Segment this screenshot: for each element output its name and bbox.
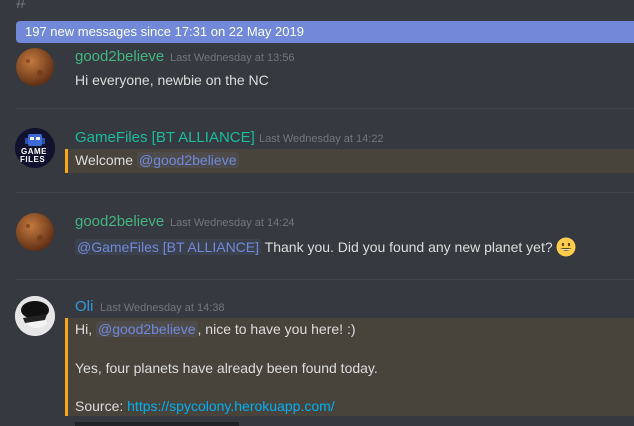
message-text: Source: xyxy=(75,398,128,414)
user-mention[interactable]: @GameFiles [BT ALLIANCE] xyxy=(75,239,262,255)
message-timestamp: Last Wednesday at 14:38 xyxy=(100,302,225,314)
message-text: , nice to have you here! :) xyxy=(197,321,356,337)
message-content: Hi everyone, newbie on the NC xyxy=(75,72,269,88)
planet-avatar-icon xyxy=(15,47,55,87)
message-content: Source: https://spycolony.herokuapp.com/ xyxy=(75,398,335,414)
planet-avatar-icon xyxy=(15,212,55,252)
message-text: Welcome xyxy=(75,152,137,168)
hash-icon: # xyxy=(16,0,27,12)
message-divider xyxy=(16,108,634,109)
user-mention[interactable]: @good2believe xyxy=(136,152,239,168)
message-text: Thank you. Did you found any new planet … xyxy=(261,239,553,255)
message-timestamp: Last Wednesday at 13:56 xyxy=(170,52,295,64)
source-link[interactable]: https://spycolony.herokuapp.com/ xyxy=(127,398,335,414)
message-username[interactable]: GameFiles [BT ALLIANCE] xyxy=(75,129,255,146)
embed-preview-edge xyxy=(75,422,239,426)
message-content: @GameFiles [BT ALLIANCE] Thank you. Did … xyxy=(75,237,576,257)
avatar-oli[interactable] xyxy=(15,296,55,336)
avatar-good2believe[interactable] xyxy=(15,47,55,87)
oli-avatar-icon xyxy=(15,296,55,336)
avatar-gamefiles[interactable]: GAME FILES xyxy=(15,128,55,168)
message-content: Hi, @good2believe, nice to have you here… xyxy=(75,321,356,337)
grinning-face-emoji-icon xyxy=(556,237,576,257)
message-timestamp: Last Wednesday at 14:22 xyxy=(259,133,384,145)
user-mention[interactable]: @good2believe xyxy=(96,321,198,337)
channel-header: # xyxy=(0,0,634,16)
message-content: Welcome @good2believe xyxy=(75,152,239,168)
message-divider xyxy=(16,279,634,280)
new-messages-banner[interactable]: 197 new messages since 17:31 on 22 May 2… xyxy=(16,21,634,43)
message-timestamp: Last Wednesday at 14:24 xyxy=(170,217,295,229)
message-username[interactable]: good2believe xyxy=(75,48,164,65)
message-username[interactable]: good2believe xyxy=(75,213,164,230)
message-content: Yes, four planets have already been foun… xyxy=(75,360,378,376)
gamefiles-logo-text: FILES xyxy=(20,155,46,164)
message-text: Hi, xyxy=(75,321,96,337)
message-username[interactable]: Oli xyxy=(75,298,93,315)
avatar-good2believe[interactable] xyxy=(15,212,55,252)
message-divider xyxy=(16,192,634,193)
